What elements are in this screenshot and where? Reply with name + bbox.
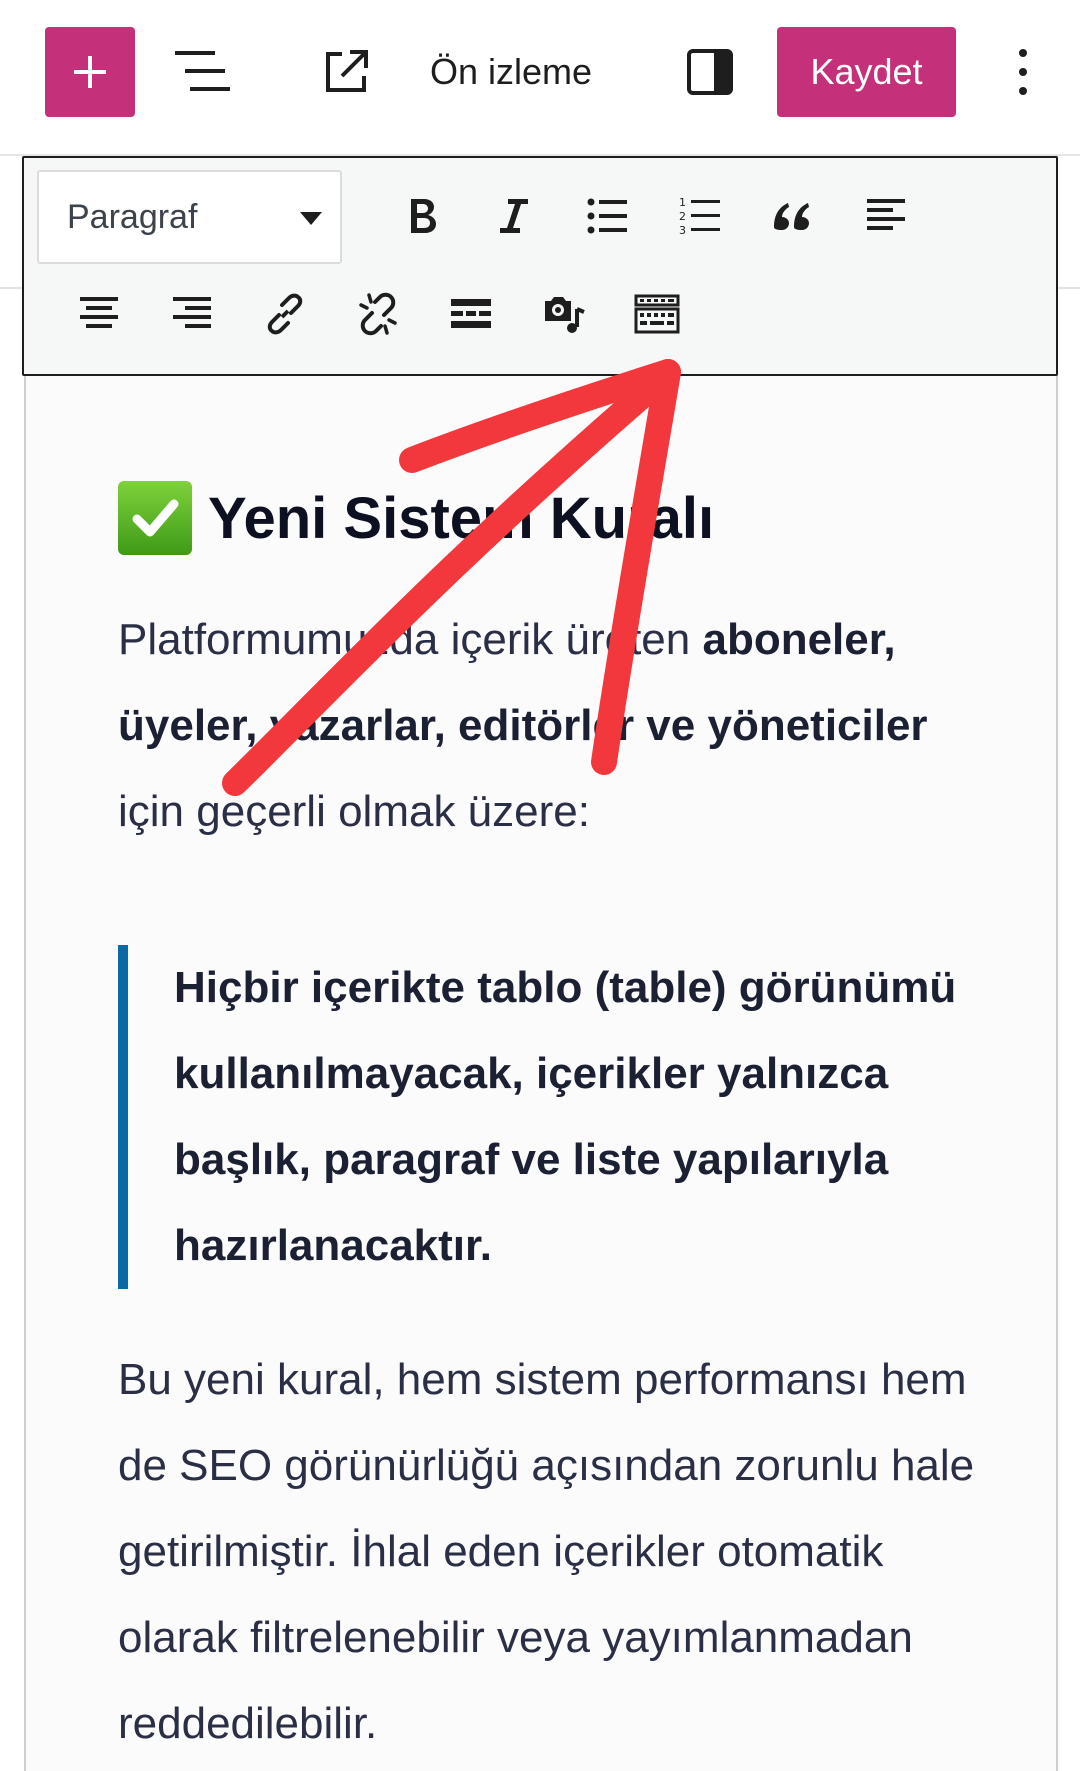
add-media-button[interactable] [529,279,599,349]
more-vertical-icon[interactable] [1005,45,1041,99]
toolbar-toggle-icon [634,294,680,334]
blockquote-button[interactable] [758,181,828,251]
svg-text:1: 1 [679,196,686,209]
format-select-value: Paragraf [67,197,198,236]
align-left-button[interactable] [851,181,921,251]
save-button[interactable]: Kaydet [777,27,956,117]
align-right-icon [173,297,211,328]
preview-button[interactable]: Ön izleme [430,40,592,104]
paragraph-text: için geçerli olmak üzere: [118,787,590,836]
add-media-icon [545,297,585,333]
bulleted-list-icon [587,198,627,234]
svg-text:2: 2 [679,210,686,223]
unlink-icon [359,292,397,336]
remove-link-button[interactable] [343,279,413,349]
paragraph-text: Platformumuzda içerik üreten [118,615,703,664]
bold-icon [411,199,436,233]
paragraph-intro[interactable]: Platformumuzda içerik üreten aboneler, ü… [118,597,978,855]
plus-icon [74,56,106,88]
align-center-button[interactable] [64,279,134,349]
numbered-list-icon: 1 2 3 [679,196,720,237]
content-heading[interactable]: Yeni Sistem Kuralı [118,478,714,558]
sidebar-toggle-icon[interactable] [685,47,735,97]
add-block-button[interactable] [45,27,135,117]
editor-header: Ön izleme Kaydet [0,0,1080,156]
check-mark-icon [118,481,192,555]
align-left-icon [867,199,905,230]
classic-editor-toolbar: Paragraf 1 2 3 [22,156,1058,376]
link-icon [267,293,303,335]
chevron-down-icon [300,212,322,225]
heading-text: Yeni Sistem Kuralı [208,485,715,551]
divider [0,287,24,289]
bold-button[interactable] [386,181,456,251]
format-select[interactable]: Paragraf [37,170,342,264]
paragraph-text: Bu yeni kural, hem sistem performansı he… [118,1355,975,1748]
toolbar-toggle-button[interactable] [622,279,692,349]
paragraph-body[interactable]: Bu yeni kural, hem sistem performansı he… [118,1337,978,1767]
read-more-button[interactable] [436,279,506,349]
insert-link-button[interactable] [250,279,320,349]
blockquote-icon [774,203,809,230]
align-right-button[interactable] [157,279,227,349]
external-link-icon[interactable] [320,46,372,98]
align-center-icon [80,297,118,328]
italic-button[interactable] [479,181,549,251]
blockquote[interactable]: Hiçbir içerikte tablo (table) görünümü k… [118,945,980,1289]
numbered-list-button[interactable]: 1 2 3 [665,181,735,251]
divider [1058,287,1080,289]
bulleted-list-button[interactable] [572,181,642,251]
read-more-icon [451,299,491,328]
svg-text:3: 3 [679,224,686,237]
italic-icon [500,199,528,233]
document-overview-icon[interactable] [172,45,232,97]
blockquote-text: Hiçbir içerikte tablo (table) görünümü k… [174,963,957,1270]
